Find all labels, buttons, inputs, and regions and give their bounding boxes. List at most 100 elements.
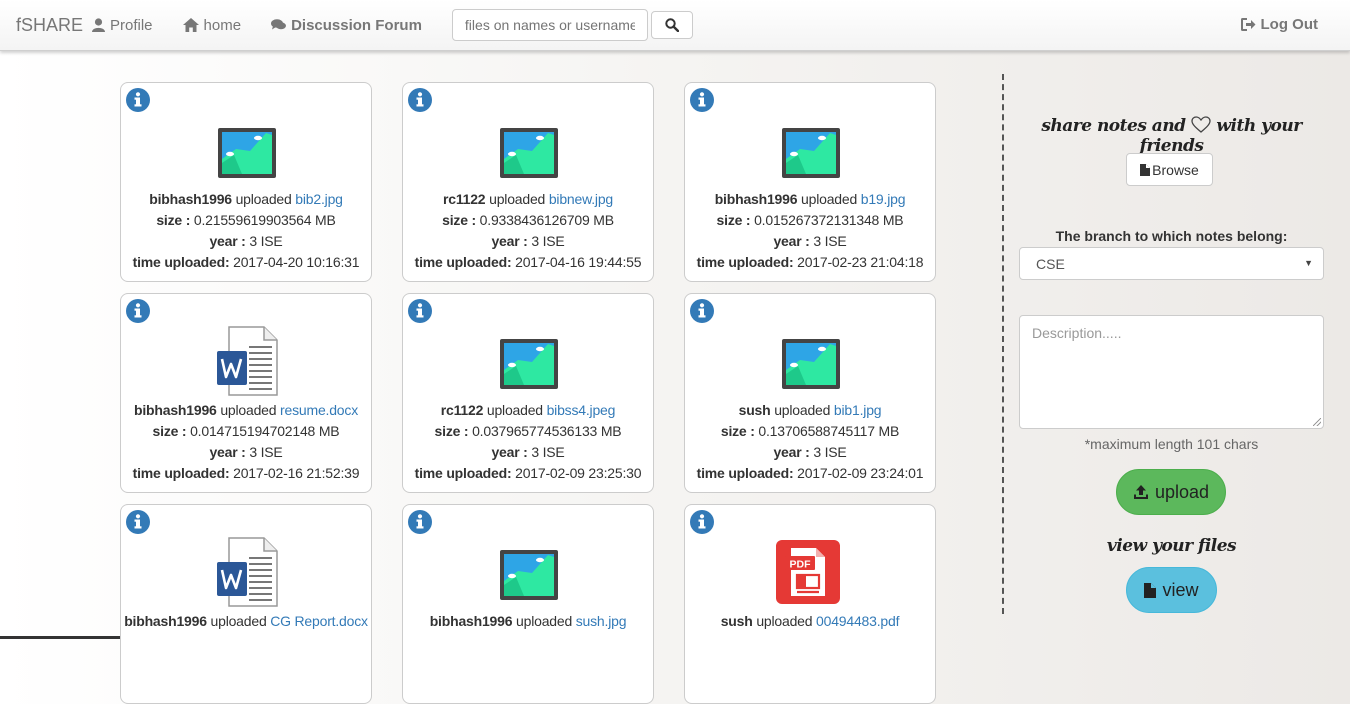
file-link[interactable]: bib2.jpg [295, 191, 343, 207]
size-value: 0.037965774536133 MB [472, 423, 622, 439]
time-line: time uploaded: 2017-02-23 21:04:18 [685, 252, 935, 273]
file-link[interactable]: CG Report.docx [270, 613, 368, 629]
search-button[interactable] [650, 11, 693, 39]
file-card: bibhash1996 uploaded sush.jpg size : yea… [402, 504, 654, 704]
uploader-line: rc1122 uploaded bibss4.jpeg [403, 400, 653, 421]
brand-logo[interactable]: fSHARE [16, 15, 92, 36]
svg-text:PDF: PDF [790, 559, 812, 571]
time-label: time uploaded: [132, 465, 230, 481]
file-link[interactable]: bibnew.jpg [549, 191, 613, 207]
time-line: time uploaded: 2017-02-09 23:24:01 [685, 463, 935, 484]
image-file-icon [780, 121, 842, 183]
comments-icon [271, 19, 287, 30]
size-line: size : 0.13706588745117 MB [685, 421, 935, 442]
nav-forum-label: Discussion Forum [291, 16, 422, 34]
size-value: 0.015267372131348 MB [754, 212, 904, 228]
uploader-line: bibhash1996 uploaded bib2.jpg [121, 189, 371, 210]
year-label: year : [491, 444, 528, 460]
file-link[interactable]: bib1.jpg [834, 402, 882, 418]
time-value: 2017-04-16 19:44:55 [515, 254, 642, 270]
uploader-name: bibhash1996 [714, 191, 798, 207]
time-value: 2017-02-23 21:04:18 [797, 254, 924, 270]
size-line: size : 0.037965774536133 MB [403, 421, 653, 442]
uploader-name: bibhash1996 [429, 613, 513, 629]
search-input[interactable] [451, 9, 648, 41]
logout-link[interactable]: Log Out [1240, 16, 1318, 33]
view-label: view [1162, 579, 1199, 600]
file-meta: bibhash1996 uploaded resume.docx size : … [121, 400, 371, 484]
file-card: PDF sush uploaded 00494483.pdf size : ye… [684, 504, 936, 704]
logout-label: Log Out [1260, 16, 1318, 33]
view-button[interactable]: view [1126, 567, 1217, 613]
dropdown-caret-icon: ▼ [1304, 258, 1313, 268]
home-icon [182, 18, 199, 32]
info-icon[interactable] [408, 299, 432, 323]
file-link[interactable]: sush.jpg [576, 613, 627, 629]
file-link[interactable]: bibss4.jpeg [547, 402, 616, 418]
info-icon[interactable] [690, 299, 714, 323]
file-link[interactable]: resume.docx [280, 402, 358, 418]
size-label: size : [434, 423, 469, 439]
info-icon[interactable] [126, 88, 150, 112]
uploaded-text: uploaded [220, 402, 277, 418]
description-textarea[interactable]: Description..... [1019, 315, 1324, 429]
heart-icon [1191, 116, 1211, 133]
size-label: size : [156, 212, 191, 228]
uploader-name: bibhash1996 [124, 613, 207, 629]
year-value: 3 ISE [813, 444, 847, 460]
time-label: time uploaded: [414, 465, 512, 481]
info-icon[interactable] [690, 88, 714, 112]
time-label: time uploaded: [414, 254, 512, 270]
year-label: year : [773, 233, 810, 249]
uploader-name: sush [738, 402, 771, 418]
browse-button[interactable]: Browse [1126, 153, 1213, 186]
file-meta: bibhash1996 uploaded sush.jpg size : yea… [403, 611, 653, 632]
uploaded-text: uploaded [210, 613, 267, 629]
info-icon[interactable] [408, 88, 432, 112]
image-file-icon [780, 332, 842, 394]
search-form [451, 9, 693, 41]
info-icon[interactable] [126, 299, 150, 323]
file-card: bibhash1996 uploaded b19.jpg size : 0.01… [684, 82, 936, 282]
year-line: year : 3 ISE [121, 442, 371, 463]
file-link[interactable]: 00494483.pdf [816, 613, 899, 629]
year-value: 3 ISE [531, 233, 565, 249]
size-line: size : 0.9338436126709 MB [403, 210, 653, 231]
image-file-icon [498, 543, 560, 605]
upload-label: upload [1154, 481, 1210, 502]
year-line: year : 3 ISE [685, 231, 935, 252]
branch-select[interactable]: CSE ▼ [1019, 247, 1324, 280]
file-link[interactable]: b19.jpg [861, 191, 906, 207]
time-value: 2017-02-16 21:52:39 [233, 465, 360, 481]
uploader-name: rc1122 [440, 402, 484, 418]
info-icon[interactable] [408, 510, 432, 534]
view-files-title: view your files [1106, 536, 1237, 556]
size-line: size : 0.014715194702148 MB [121, 421, 371, 442]
nav-profile-link[interactable]: Profile [92, 17, 153, 34]
time-value: 2017-02-09 23:24:01 [797, 465, 924, 481]
size-value: 0.014715194702148 MB [190, 423, 340, 439]
size-line: size : 0.21559619903564 MB [121, 210, 371, 231]
nav-home-link[interactable]: home [182, 17, 241, 34]
year-value: 3 ISE [813, 233, 847, 249]
file-meta: rc1122 uploaded bibss4.jpeg size : 0.037… [403, 400, 653, 484]
year-line: year : 3 ISE [403, 231, 653, 252]
nav-forum-link[interactable]: Discussion Forum [271, 17, 422, 34]
info-icon[interactable] [690, 510, 714, 534]
info-icon[interactable] [126, 510, 150, 534]
uploader-line: sush uploaded 00494483.pdf [685, 611, 935, 632]
logout-icon [1240, 18, 1256, 31]
uploader-name: bibhash1996 [134, 402, 217, 418]
uploaded-text: uploaded [756, 613, 813, 629]
size-value: 0.13706588745117 MB [758, 423, 900, 439]
uploaded-text: uploaded [774, 402, 831, 418]
max-length-note: *maximum length 101 chars [1084, 436, 1259, 452]
uploaded-text: uploaded [516, 613, 573, 629]
time-line: time uploaded: 2017-04-20 10:16:31 [121, 252, 371, 273]
upload-button[interactable]: upload [1116, 469, 1226, 515]
resize-grip-icon[interactable] [1313, 418, 1321, 426]
year-label: year : [209, 233, 246, 249]
year-line: year : 3 ISE [121, 231, 371, 252]
image-file-icon [498, 121, 560, 183]
search-icon [665, 18, 679, 32]
